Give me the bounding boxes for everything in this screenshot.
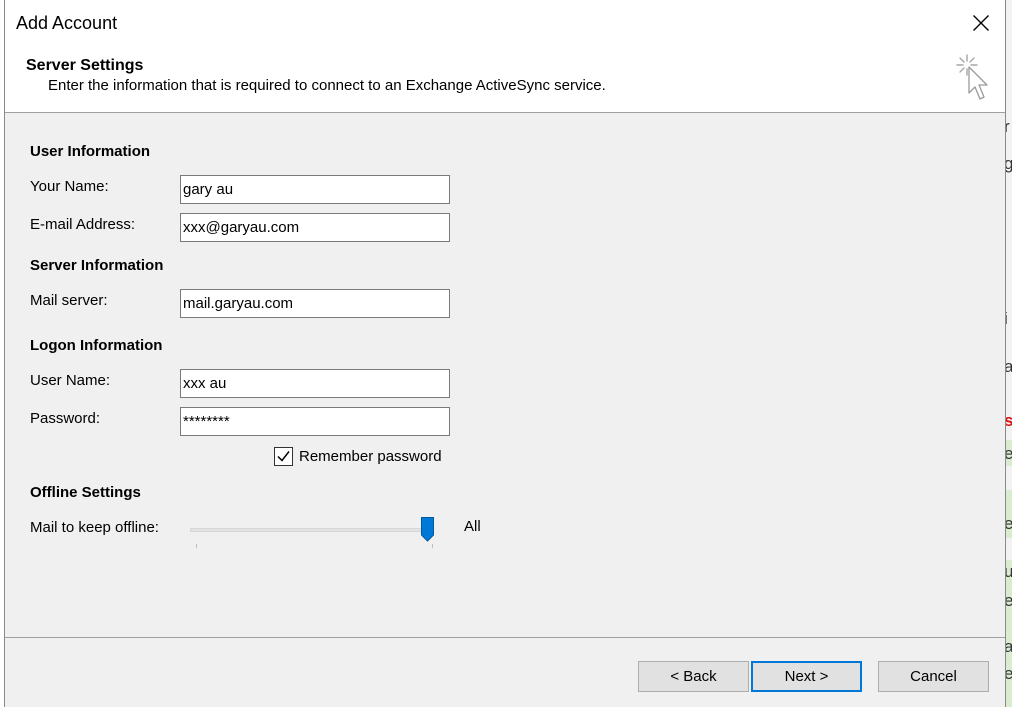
background-window-edge: r g i a s e e u e a e [1006,0,1012,707]
cursor-sparkle-icon [955,51,991,108]
checkmark-icon [277,451,290,462]
offline-slider-value: All [464,518,481,535]
offline-slider-thumb[interactable] [421,517,434,542]
mail-server-label: Mail server: [30,292,108,309]
background-glyph: e [1006,591,1012,610]
your-name-label: Your Name: [30,178,109,195]
your-name-input[interactable] [180,175,450,204]
remember-password-label[interactable]: Remember password [299,448,442,465]
email-address-input[interactable] [180,213,450,242]
background-glyph: e [1006,444,1012,463]
background-glyph: a [1006,357,1012,376]
mail-to-keep-offline-label: Mail to keep offline: [30,519,159,536]
password-label: Password: [30,410,101,427]
offline-slider-track[interactable] [190,528,434,532]
slider-tick [196,544,197,548]
wizard-header: Server Settings Enter the information th… [5,48,1005,113]
header-title: Server Settings [26,57,144,74]
header-description: Enter the information that is required t… [48,77,606,94]
background-glyph: a [1006,637,1012,656]
background-glyph: u [1006,562,1012,581]
email-address-label: E-mail Address: [30,216,136,233]
background-glyph: i [1006,310,1008,327]
remember-password-checkbox[interactable] [274,447,293,466]
next-button[interactable]: Next > [751,661,862,692]
background-glyph: g [1006,154,1012,173]
background-highlight [1006,560,1012,707]
back-button[interactable]: < Back [638,661,749,692]
cancel-button[interactable]: Cancel [878,661,989,692]
dialog-title: Add Account [16,13,118,33]
title-bar[interactable]: Add Account [5,0,1005,48]
footer-divider [5,637,1005,638]
logon-information-heading: Logon Information [30,337,163,354]
slider-tick [432,544,433,548]
offline-settings-heading: Offline Settings [30,484,141,501]
user-name-input[interactable] [180,369,450,398]
password-input[interactable] [180,407,450,436]
background-glyph: e [1006,514,1012,533]
close-button[interactable] [963,6,999,40]
user-name-label: User Name: [30,372,111,389]
background-glyph: e [1006,664,1012,683]
add-account-dialog: Add Account Server Settings Enter the in… [4,0,1006,707]
background-glyph: s [1006,411,1012,430]
close-icon [973,15,989,31]
background-glyph: r [1006,117,1010,136]
mail-server-input[interactable] [180,289,450,318]
server-information-heading: Server Information [30,257,164,274]
user-information-heading: User Information [30,143,151,160]
